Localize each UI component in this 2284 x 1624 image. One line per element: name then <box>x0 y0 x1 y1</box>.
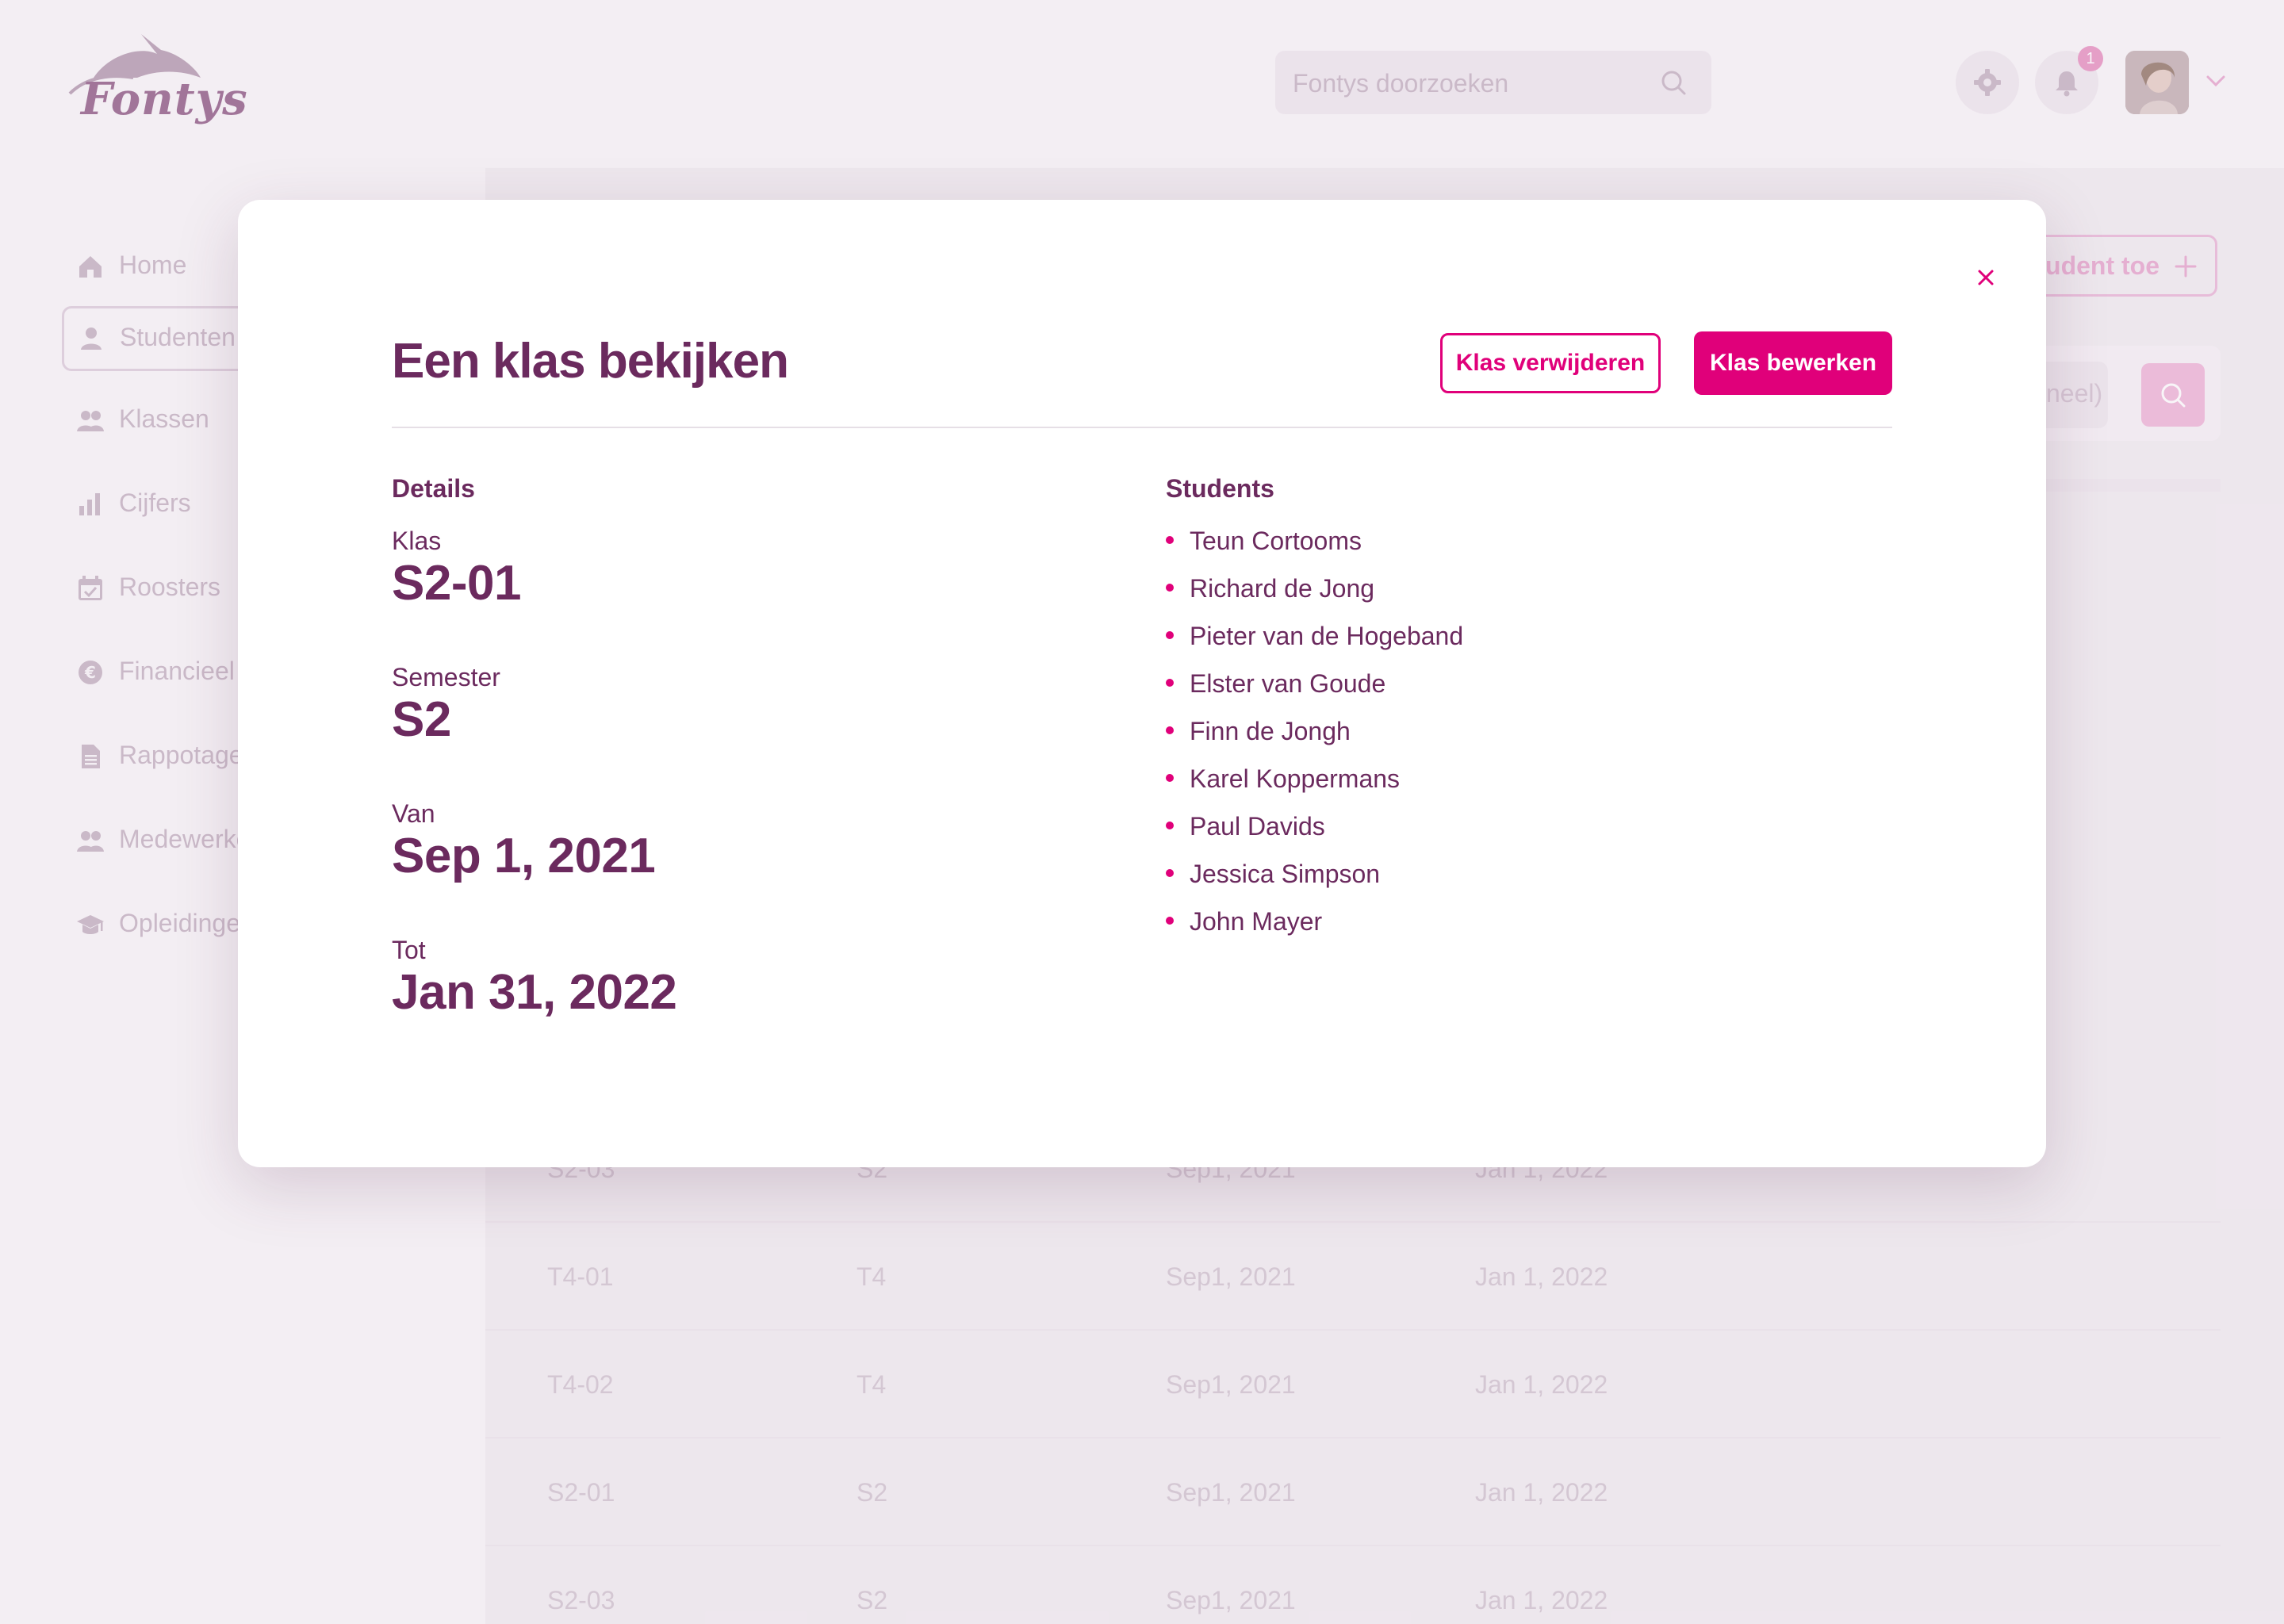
student-item: Pieter van de Hogeband <box>1166 619 1463 666</box>
app-page: Fontys Fontys doorzoeken 1 Home Studente… <box>0 0 2284 1624</box>
divider <box>392 427 1892 428</box>
student-item: Teun Cortooms <box>1166 523 1463 571</box>
van-value: Sep 1, 2021 <box>392 829 656 883</box>
bullet-icon <box>1166 917 1174 925</box>
student-name: Richard de Jong <box>1190 574 1375 603</box>
tot-label: Tot <box>392 936 426 964</box>
student-name: Jessica Simpson <box>1190 860 1381 888</box>
students-list: Teun Cortooms Richard de Jong Pieter van… <box>1166 523 1463 952</box>
bullet-icon <box>1166 536 1174 544</box>
student-name: Pieter van de Hogeband <box>1190 622 1464 650</box>
student-name: Karel Koppermans <box>1190 764 1401 793</box>
bullet-icon <box>1166 726 1174 734</box>
student-item: Paul Davids <box>1166 809 1463 856</box>
close-icon[interactable] <box>1972 263 2000 292</box>
tot-value: Jan 31, 2022 <box>392 965 677 1020</box>
van-label: Van <box>392 799 435 828</box>
klas-label: Klas <box>392 527 442 555</box>
bullet-icon <box>1166 584 1174 592</box>
delete-class-button[interactable]: Klas verwijderen <box>1440 333 1661 393</box>
edit-class-button[interactable]: Klas bewerken <box>1694 331 1892 395</box>
student-item: Elster van Goude <box>1166 666 1463 714</box>
modal-title: Een klas bekijken <box>392 334 789 389</box>
students-heading: Students <box>1166 474 1274 503</box>
bullet-icon <box>1166 679 1174 687</box>
view-class-modal: Een klas bekijken Klas verwijderen Klas … <box>238 200 2046 1167</box>
student-item: Finn de Jongh <box>1166 714 1463 761</box>
student-item: Karel Koppermans <box>1166 761 1463 809</box>
semester-value: S2 <box>392 692 451 747</box>
student-name: Paul Davids <box>1190 812 1325 841</box>
student-item: John Mayer <box>1166 904 1463 952</box>
bullet-icon <box>1166 774 1174 782</box>
student-item: Richard de Jong <box>1166 571 1463 619</box>
student-name: Finn de Jongh <box>1190 717 1351 745</box>
bullet-icon <box>1166 822 1174 829</box>
details-heading: Details <box>392 474 475 503</box>
student-name: Teun Cortooms <box>1190 527 1362 555</box>
klas-value: S2-01 <box>392 556 521 611</box>
student-item: Jessica Simpson <box>1166 856 1463 904</box>
bullet-icon <box>1166 631 1174 639</box>
bullet-icon <box>1166 869 1174 877</box>
student-name: Elster van Goude <box>1190 669 1386 698</box>
student-name: John Mayer <box>1190 907 1323 936</box>
semester-label: Semester <box>392 663 500 691</box>
